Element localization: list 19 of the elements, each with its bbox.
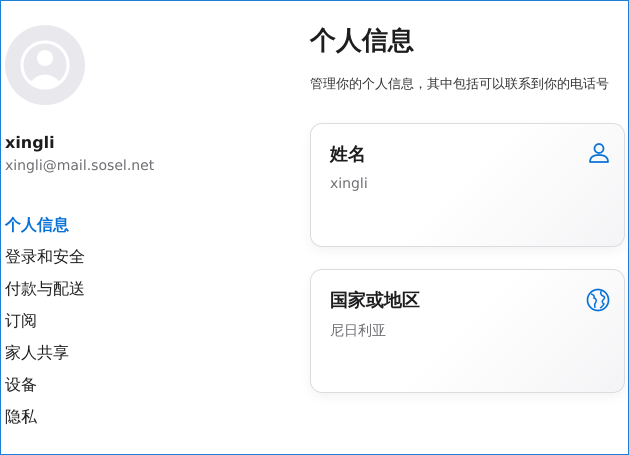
sidebar-item[interactable]: 付款与配送 (5, 278, 85, 300)
card-value: xingli (330, 176, 368, 192)
sidebar-item[interactable]: 个人信息 (5, 214, 69, 236)
page-title: 个人信息 (310, 25, 415, 58)
card-value: 尼日利亚 (330, 322, 387, 340)
sidebar-item[interactable]: 家人共享 (5, 342, 69, 364)
card-title: 国家或地区 (330, 289, 420, 312)
card-title: 姓名 (330, 143, 367, 166)
sidebar-item[interactable]: 设备 (5, 374, 37, 396)
sidebar-item[interactable]: 登录和安全 (5, 246, 85, 268)
info-card[interactable]: 国家或地区 尼日利亚 (310, 269, 625, 393)
page-description: 管理你的个人信息，其中包括可以联系到你的电话号 (310, 76, 610, 93)
user-email: xingli@mail.sosel.net (5, 158, 156, 174)
user-name: xingli (5, 133, 56, 152)
sidebar-item[interactable]: 隐私 (5, 406, 37, 428)
person-icon (588, 142, 610, 164)
sidebar-item[interactable]: 订阅 (5, 310, 37, 332)
globe-icon (586, 288, 610, 312)
info-card[interactable]: 姓名 xingli (310, 123, 625, 247)
